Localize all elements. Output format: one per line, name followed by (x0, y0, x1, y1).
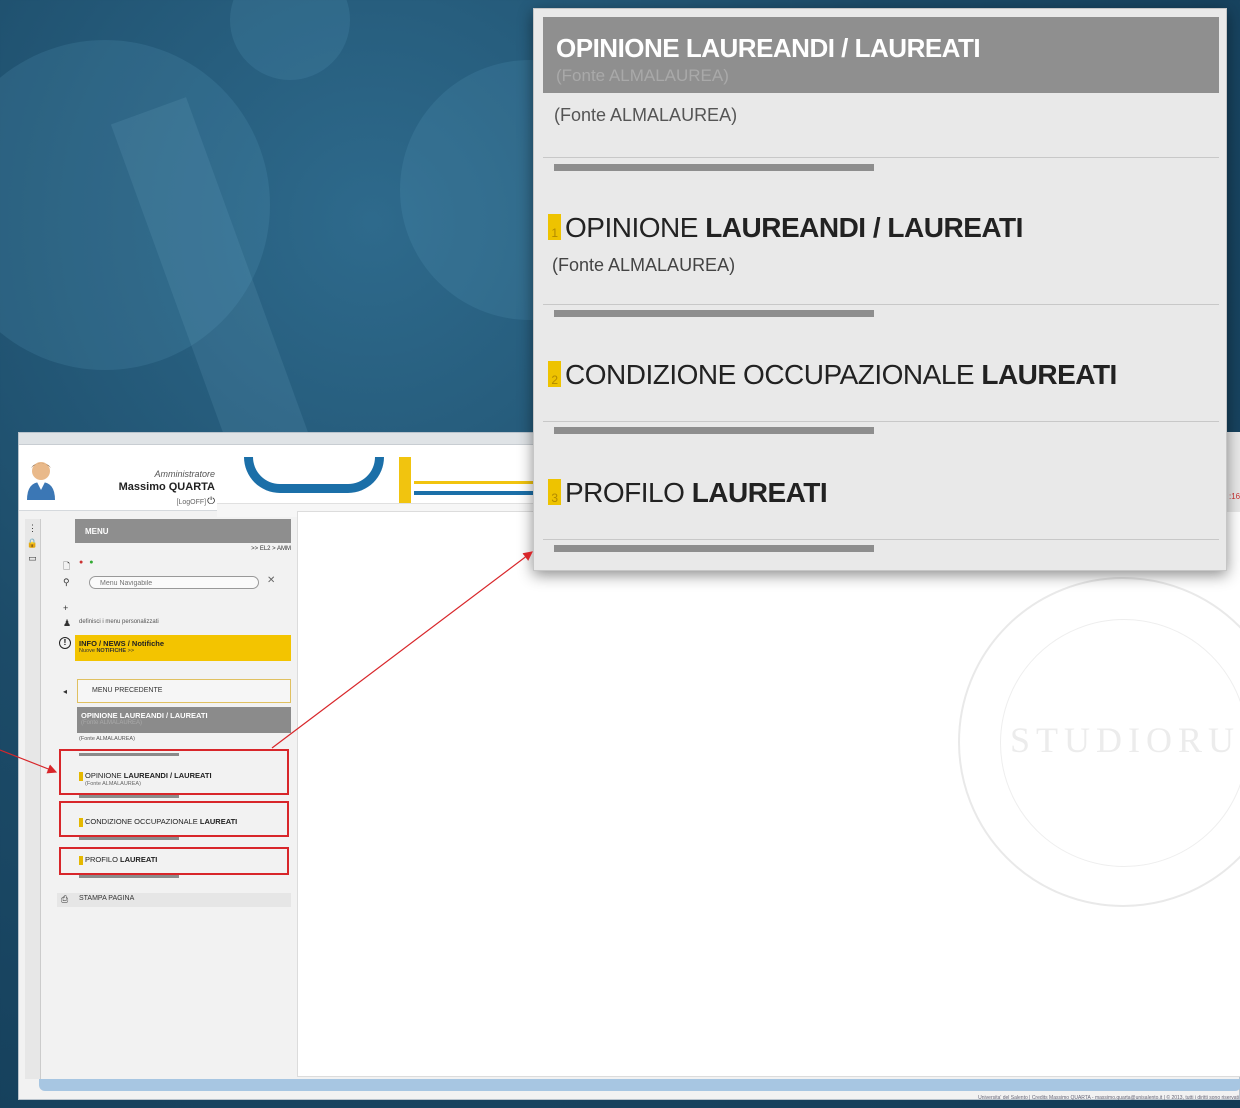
divider (79, 795, 179, 798)
breadcrumb: >> EL2 > AMM (251, 546, 291, 552)
separator (543, 421, 1219, 422)
logo (399, 457, 411, 505)
popup-title: OPINIONE LAUREANDI / LAUREATI (556, 33, 981, 63)
search-row: ⚲ ✕ (57, 575, 291, 591)
popup-header: OPINIONE LAUREANDI / LAUREATI (Fonte ALM… (543, 17, 1219, 93)
plus-icon[interactable]: + (63, 603, 68, 613)
section-title: OPINIONE LAUREANDI / LAUREATI (81, 711, 208, 720)
divider (554, 164, 874, 171)
close-icon[interactable]: ✕ (267, 575, 275, 586)
info-icon: ! (59, 637, 71, 649)
popup-item-opinione[interactable]: 1 OPINIONE LAUREANDI / LAUREATI (548, 212, 1023, 244)
item-number-badge: 1 (548, 214, 561, 240)
more-icon[interactable]: ⋮ (25, 523, 40, 534)
lock-icon[interactable]: 🔒 (25, 538, 40, 549)
add-row: + (57, 601, 291, 617)
search-icon[interactable]: ⚲ (63, 577, 70, 588)
personal-menu-link[interactable]: definisci i menu personalizzati (79, 619, 159, 625)
print-label: STAMPA PAGINA (79, 895, 135, 902)
section-subtitle: (Fonte ALMALAUREA) (81, 720, 143, 726)
divider (554, 545, 874, 552)
notifications-link[interactable]: Nuove NOTIFICHE >> (79, 648, 291, 654)
footer-credits: Universita' del Salento | Credits Massim… (978, 1095, 1239, 1101)
user-icon: ♟ (63, 618, 72, 628)
logoff-link[interactable]: [LogOFF]⏻ (149, 496, 216, 507)
previous-menu-row: ◂ MENU PRECEDENTE (57, 679, 291, 705)
print-page-button[interactable]: ⎙ STAMPA PAGINA (57, 893, 291, 907)
previous-menu-button[interactable]: MENU PRECEDENTE (77, 679, 291, 703)
main-content: STUDIORU (297, 511, 1240, 1077)
zoom-popup: OPINIONE LAUREANDI / LAUREATI (Fonte ALM… (533, 8, 1227, 571)
section-header: OPINIONE LAUREANDI / LAUREATI (Fonte ALM… (77, 707, 291, 733)
user-name: Massimo QUARTA (118, 481, 215, 493)
divider (79, 837, 179, 840)
divider (79, 875, 179, 878)
menu-title: MENU (75, 519, 291, 543)
divider (554, 427, 874, 434)
right-panel-edge: :16 (1226, 432, 1240, 512)
personal-menu-row: ♟ definisci i menu personalizzati (57, 616, 291, 632)
bottom-bar (39, 1079, 1240, 1091)
background-decoration (230, 0, 350, 80)
popup-title-sub: (Fonte ALMALAUREA) (556, 66, 729, 85)
university-seal: STUDIORU (958, 577, 1240, 907)
highlight-box (59, 801, 289, 837)
item-number-badge: 2 (548, 361, 561, 387)
status-dots-icon: ● ● (79, 559, 96, 566)
user-avatar-icon (25, 460, 57, 500)
popup-item-profilo[interactable]: 3 PROFILO LAUREATI (548, 477, 828, 509)
highlight-box (59, 847, 289, 875)
side-toolbar: ⋮ 🔒 ▭ (25, 519, 41, 1079)
item-number-badge: 3 (548, 479, 561, 505)
printer-icon: ⎙ (61, 894, 69, 904)
tool-row: 🗋 ● ● (57, 557, 291, 573)
user-role: Amministratore (154, 469, 215, 479)
power-icon[interactable]: ⏻ (207, 496, 215, 507)
popup-source: (Fonte ALMALAUREA) (554, 105, 738, 125)
separator (543, 539, 1219, 540)
popup-item-condizione[interactable]: 2 CONDIZIONE OCCUPAZIONALE LAUREATI (548, 359, 1117, 391)
highlight-box (59, 749, 289, 795)
document-icon[interactable]: 🗋 (63, 559, 70, 575)
divider (554, 310, 874, 317)
chevron-left-icon[interactable]: ◂ (63, 687, 67, 696)
info-title: INFO / NEWS / Notifiche (79, 639, 165, 648)
logo (244, 457, 384, 493)
info-notifications-box[interactable]: INFO / NEWS / Notifiche Nuove NOTIFICHE … (75, 635, 291, 661)
separator (543, 304, 1219, 305)
section-source: (Fonte ALMALAUREA) (79, 736, 135, 742)
sidebar: MENU >> EL2 > AMM 🗋 ● ● ⚲ ✕ + ♟ definisc… (57, 519, 291, 1079)
menu-search-input[interactable] (89, 576, 259, 589)
card-icon[interactable]: ▭ (25, 553, 40, 564)
separator (543, 157, 1219, 158)
popup-item-source: (Fonte ALMALAUREA) (552, 255, 736, 275)
